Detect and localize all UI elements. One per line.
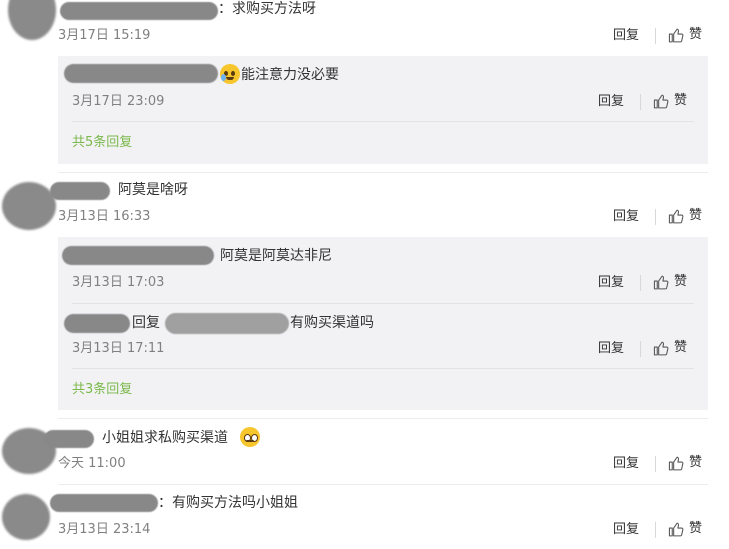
reply-prefix: 回复: [132, 315, 160, 331]
crying-laughing-emoji-icon: [220, 64, 240, 84]
comment-time: 3月17日 15:19: [58, 28, 151, 43]
reply-text: 能注意力没必要: [241, 67, 339, 83]
like-label: 赞: [689, 455, 703, 470]
redacted-username[interactable]: [62, 246, 214, 265]
redacted-username[interactable]: [50, 182, 110, 200]
reply-time: 3月13日 17:03: [72, 275, 165, 290]
comment-text: 阿莫是啥呀: [118, 182, 188, 198]
reply-text: 阿莫是阿莫达非尼: [220, 248, 332, 264]
comment-text: 小姐姐求私购买渠道: [102, 430, 228, 446]
separator: [640, 275, 641, 291]
comment-time: 3月13日 16:33: [58, 209, 151, 224]
separator: [655, 28, 656, 44]
separator: [655, 209, 656, 225]
reply-button[interactable]: 回复: [613, 27, 639, 45]
like-label: 赞: [689, 521, 703, 536]
thumbs-up-icon: [668, 456, 684, 470]
reply-button[interactable]: 回复: [598, 93, 624, 111]
thumbs-up-icon: [653, 341, 669, 355]
separator: [655, 522, 656, 538]
comment-text: ：求购买方法呀: [218, 1, 316, 17]
comment-text: ：有购买方法吗小姐姐: [158, 495, 298, 511]
like-label: 赞: [689, 208, 703, 223]
reply-button[interactable]: 回复: [598, 274, 624, 292]
divider: [72, 368, 694, 369]
redacted-username[interactable]: [60, 2, 218, 20]
redacted-username[interactable]: [165, 313, 289, 334]
redacted-username[interactable]: [50, 494, 158, 512]
redacted-username[interactable]: [64, 64, 218, 83]
like-button[interactable]: 赞: [653, 339, 687, 357]
divider: [58, 172, 708, 173]
view-all-replies-link[interactable]: 共3条回复: [72, 381, 132, 399]
reply-time: 3月13日 17:11: [72, 341, 165, 356]
like-label: 赞: [674, 340, 688, 355]
thumbs-up-icon: [668, 522, 684, 536]
divider: [58, 484, 708, 485]
thumbs-up-icon: [653, 275, 669, 289]
comment-time: 3月13日 23:14: [58, 522, 151, 537]
separator: [640, 94, 641, 110]
pleading-face-emoji-icon: [240, 427, 260, 447]
reply-button[interactable]: 回复: [613, 455, 639, 473]
redacted-username[interactable]: [64, 314, 130, 333]
thumbs-up-icon: [668, 209, 684, 223]
reply-text: 有购买渠道吗: [290, 315, 374, 331]
like-button[interactable]: 赞: [653, 92, 687, 110]
redacted-username[interactable]: [44, 430, 94, 448]
like-label: 赞: [674, 274, 688, 289]
reply-time: 3月17日 23:09: [72, 94, 165, 109]
avatar[interactable]: [2, 494, 50, 540]
like-button[interactable]: 赞: [668, 520, 702, 538]
reply-button[interactable]: 回复: [598, 340, 624, 358]
divider: [58, 418, 708, 419]
divider: [72, 303, 694, 304]
like-button[interactable]: 赞: [668, 454, 702, 472]
comment-time: 今天 11:00: [58, 456, 126, 471]
reply-button[interactable]: 回复: [613, 521, 639, 539]
avatar[interactable]: [8, 0, 56, 40]
reply-button[interactable]: 回复: [613, 208, 639, 226]
like-button[interactable]: 赞: [668, 26, 702, 44]
separator: [655, 456, 656, 472]
separator: [640, 341, 641, 357]
avatar[interactable]: [2, 182, 56, 230]
thumbs-up-icon: [653, 94, 669, 108]
like-button[interactable]: 赞: [668, 207, 702, 225]
like-label: 赞: [689, 27, 703, 42]
thumbs-up-icon: [668, 28, 684, 42]
like-label: 赞: [674, 93, 688, 108]
divider: [72, 121, 694, 122]
like-button[interactable]: 赞: [653, 273, 687, 291]
view-all-replies-link[interactable]: 共5条回复: [72, 134, 132, 152]
